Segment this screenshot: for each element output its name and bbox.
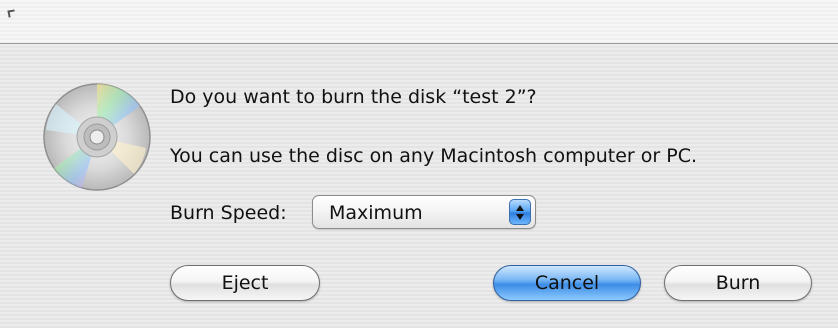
window-corner-mark [7,9,16,18]
cancel-button[interactable]: Cancel [493,265,641,301]
burn-speed-label: Burn Speed: [170,202,287,224]
burn-speed-value: Maximum [329,202,423,224]
burn-disc-dialog: Do you want to burn the disk “test 2”? Y… [0,44,838,328]
burn-speed-popup[interactable]: Maximum [312,195,536,229]
up-down-arrows-icon [509,199,531,225]
burn-button[interactable]: Burn [664,265,812,301]
burn-question-text: Do you want to burn the disk “test 2”? [170,86,537,108]
cd-disc-icon [43,83,151,191]
eject-button[interactable]: Eject [170,265,320,301]
window-titlebar [0,0,838,44]
disc-compatibility-text: You can use the disc on any Macintosh co… [170,145,698,167]
